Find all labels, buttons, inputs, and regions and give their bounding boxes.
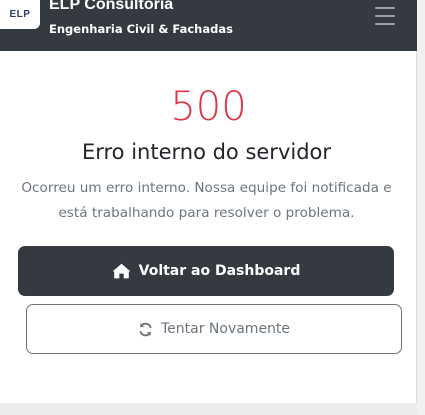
hamburger-menu-icon[interactable] (370, 4, 400, 28)
retry-button[interactable]: Tentar Novamente (26, 304, 402, 354)
brand-logo[interactable]: ELP (0, 0, 40, 29)
home-icon (112, 263, 131, 279)
refresh-icon (138, 322, 153, 337)
error-card: 500 Erro interno do servidor Ocorreu um … (0, 51, 417, 403)
logo-text: ELP (9, 9, 31, 20)
page-footer-strip (0, 403, 417, 415)
retry-button-label: Tentar Novamente (160, 321, 291, 337)
brand-title[interactable]: ELP Consultoria (49, 0, 173, 14)
vertical-scrollbar[interactable] (417, 0, 425, 415)
brand-subtitle: Engenharia Civil & Fachadas (49, 22, 233, 36)
error-title: Erro interno do servidor (81, 140, 332, 164)
dashboard-button-label: Voltar ao Dashboard (138, 263, 301, 279)
error-message: Ocorreu um erro interno. Nossa equipe fo… (21, 180, 392, 221)
error-code: 500 (170, 84, 247, 130)
top-navbar: ELP ELP Consultoria Engenharia Civil & F… (0, 0, 417, 51)
back-to-dashboard-button[interactable]: Voltar ao Dashboard (18, 246, 394, 296)
